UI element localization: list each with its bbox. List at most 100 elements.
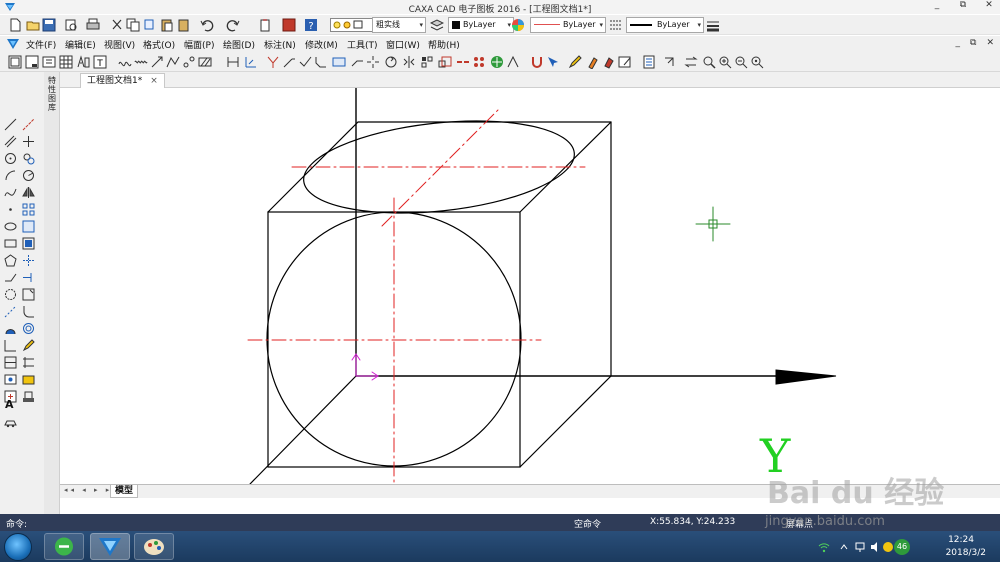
menu-help[interactable]: 帮助(H) [428, 38, 460, 51]
polyline-icon[interactable] [166, 55, 180, 69]
rotate-icon[interactable] [384, 55, 398, 69]
stretch-tool-icon[interactable] [22, 288, 35, 301]
dimension-icon[interactable] [226, 55, 240, 69]
linestyle-dropdown[interactable]: ByLayer ▾ [530, 17, 606, 33]
notification-badge[interactable]: 46 [894, 539, 910, 555]
check-icon[interactable] [298, 55, 312, 69]
taskbar-caxa-button[interactable] [90, 533, 130, 560]
undo-icon[interactable] [200, 18, 214, 32]
menu-format[interactable]: 格式(O) [143, 38, 175, 51]
print-icon[interactable] [86, 18, 100, 32]
table-tool-icon[interactable] [4, 356, 17, 369]
copy-with-base-icon[interactable] [143, 18, 157, 32]
cloud-tool-icon[interactable] [4, 288, 17, 301]
tab-document1[interactable]: 工程图文档1* × [80, 73, 165, 88]
command-prompt[interactable]: 命令: [6, 517, 27, 530]
menu-edit[interactable]: 编辑(E) [65, 38, 96, 51]
menu-window[interactable]: 窗口(W) [386, 38, 420, 51]
break-icon[interactable] [456, 55, 470, 69]
extend-icon[interactable] [282, 55, 296, 69]
mirror-tool-icon[interactable] [22, 186, 35, 199]
tab-model[interactable]: 模型 [110, 485, 139, 498]
centerline-tool-icon[interactable] [22, 118, 35, 131]
taskbar-ie-button[interactable] [44, 533, 84, 560]
properties-icon[interactable] [642, 55, 656, 69]
array-icon[interactable] [420, 55, 434, 69]
security-icon[interactable] [882, 541, 894, 553]
polygon-tool-icon[interactable] [4, 254, 17, 267]
menu-sheet[interactable]: 幅面(P) [184, 38, 214, 51]
node-icon[interactable] [182, 55, 196, 69]
edit-box-icon[interactable] [618, 55, 632, 69]
close-button[interactable]: ✕ [982, 0, 996, 10]
color-wheel-icon[interactable] [511, 18, 525, 32]
taskbar-paint-button[interactable] [134, 533, 174, 560]
clock-time[interactable]: 12:24 [948, 535, 974, 545]
menu-view[interactable]: 视图(V) [104, 38, 135, 51]
layer-manager-icon[interactable] [430, 18, 444, 32]
stretch-icon[interactable] [506, 55, 520, 69]
parallel-line-icon[interactable] [4, 135, 17, 148]
fillet-tool-icon[interactable] [22, 305, 35, 318]
mirror-icon[interactable] [402, 55, 416, 69]
table-icon[interactable] [59, 55, 73, 69]
pen-icon[interactable] [568, 55, 582, 69]
menu-draw[interactable]: 绘图(D) [223, 38, 255, 51]
rectangle-tool-icon[interactable] [4, 237, 17, 250]
doc-restore-button[interactable]: ⧉ [970, 38, 976, 48]
coordinate-dim-icon[interactable] [244, 55, 258, 69]
open-folder-icon[interactable] [26, 18, 40, 32]
scale-icon[interactable] [438, 55, 452, 69]
arrow-tool-icon[interactable] [150, 55, 164, 69]
point-tool-icon[interactable] [4, 203, 17, 216]
block-tool-icon[interactable] [22, 220, 35, 233]
zoom-out-icon[interactable] [734, 55, 748, 69]
hatch-tool-icon[interactable] [4, 322, 17, 335]
break-line-icon[interactable] [4, 305, 17, 318]
parts-list-icon[interactable]: T [93, 55, 107, 69]
pick-icon[interactable] [546, 55, 560, 69]
measure-tool-icon[interactable] [22, 390, 35, 403]
move-icon[interactable] [490, 55, 504, 69]
tray-chevron-icon[interactable] [838, 541, 850, 553]
network-icon[interactable] [854, 541, 866, 553]
linestyle-manager-icon[interactable] [609, 18, 623, 32]
insert-image-icon[interactable] [4, 373, 17, 386]
restore-button[interactable]: ⧉ [956, 0, 970, 10]
title-block-icon[interactable] [25, 55, 39, 69]
move-cross-icon[interactable] [22, 135, 35, 148]
trim-tool-icon[interactable] [22, 254, 35, 267]
snap-icon[interactable] [472, 55, 486, 69]
paint-icon[interactable] [602, 55, 616, 69]
save-as-icon[interactable] [282, 18, 296, 32]
copy-tool-icon[interactable] [22, 152, 35, 165]
help-icon[interactable]: ? [304, 18, 318, 32]
app-menu-icon[interactable] [6, 37, 20, 51]
wifi-icon[interactable] [818, 541, 830, 553]
magnet-icon[interactable] [530, 55, 544, 69]
extend-tool-icon[interactable] [22, 271, 35, 284]
lineweight-manager-icon[interactable] [706, 18, 720, 32]
car-tool-icon[interactable] [4, 416, 17, 429]
lineweight-dropdown[interactable]: ByLayer ▾ [626, 17, 704, 33]
menu-file[interactable]: 文件(F) [26, 38, 56, 51]
leader-icon[interactable] [350, 55, 364, 69]
array-tool-icon[interactable] [22, 203, 35, 216]
menu-modify[interactable]: 修改(M) [305, 38, 338, 51]
trim-icon[interactable] [266, 55, 280, 69]
sheet-size-icon[interactable] [42, 55, 56, 69]
paste-icon[interactable] [160, 18, 174, 32]
zoom-in-icon[interactable] [718, 55, 732, 69]
brush-icon[interactable] [586, 55, 600, 69]
circle-tool-icon[interactable] [4, 152, 17, 165]
wave-line-icon[interactable] [134, 55, 148, 69]
line-tool-icon[interactable] [4, 118, 17, 131]
explode-tool-icon[interactable] [22, 356, 35, 369]
zoom-extents-icon[interactable] [750, 55, 764, 69]
spline-tool-icon[interactable] [4, 186, 17, 199]
menu-tools[interactable]: 工具(T) [347, 38, 378, 51]
ellipse-tool-icon[interactable] [4, 220, 17, 233]
frame-icon[interactable] [8, 55, 22, 69]
text-tool-icon[interactable]: A [5, 398, 14, 411]
paste-special-icon[interactable] [177, 18, 191, 32]
